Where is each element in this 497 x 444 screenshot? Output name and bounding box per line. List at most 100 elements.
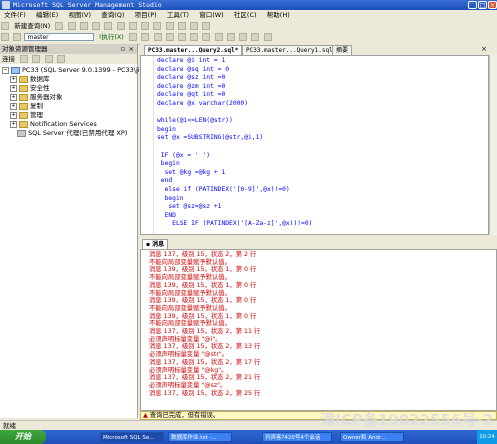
taskbar-item-ssms[interactable]: Microsoft SQL Se... [100,432,164,442]
start-button[interactable]: 开始 [0,430,46,444]
display-plan-icon[interactable] [165,33,174,41]
new-query-button[interactable]: 新建查询(N) [12,21,52,31]
cancel-query-icon[interactable] [141,33,150,41]
message-line: 消息 139，级别 15，状态 1，第 0 行 [149,297,257,305]
tree-node-replication[interactable]: + 复制 [10,102,43,111]
ssms-app-icon [2,1,10,9]
message-line: 不能向局部变量赋予默认值。 [149,274,231,282]
tree-node-label: Notification Services [30,120,97,128]
disconnect-icon[interactable] [20,55,29,63]
save-icon[interactable] [79,22,88,30]
query-editor[interactable]: declare @i int = 1 declare @sq int = 0 d… [140,55,489,235]
connect-icon[interactable] [1,33,9,41]
new-file-icon[interactable] [55,22,64,30]
menu-query[interactable]: 查询(Q) [97,10,128,21]
menu-window[interactable]: 窗口(W) [195,10,228,21]
tab-query2[interactable]: PC33.master...Query2.sql* [144,45,243,55]
new-query-icon[interactable] [1,22,9,30]
taskbar-item-notepad[interactable]: 数据库作业.txt -... [168,432,232,442]
tree-server-node[interactable]: − PC33 (SQL Server 9.0.1399 - PC33\jiep) [2,66,150,75]
expand-icon[interactable]: + [10,84,17,92]
object-explorer-icon[interactable] [177,22,186,30]
connect-dropdown[interactable]: 连接 [0,54,17,64]
query-status-text: 查询已完成，但有错误。 [149,412,220,419]
expand-icon[interactable]: + [10,93,17,101]
tree-node-security[interactable]: + 安全性 [10,84,50,93]
open-file-icon[interactable] [67,22,76,30]
results-tabs: ▪ 消息 [140,238,497,249]
message-line: 消息 139，级别 15，状态 1，第 0 行 [149,266,257,274]
indent-icon[interactable] [251,33,260,41]
taskbar-item-owner[interactable]: Owner和 Andr... [340,432,404,442]
menu-edit[interactable]: 编辑(E) [32,10,62,21]
outdent-icon[interactable] [263,33,272,41]
expand-icon[interactable]: + [10,102,17,110]
menu-view[interactable]: 视图(V) [64,10,95,21]
pin-icon[interactable]: ▫ [121,44,125,54]
warning-icon: ▲ [143,412,148,419]
menu-bar: 文件(F) 编辑(E) 视图(V) 查询(Q) 项目(P) 工具(T) 窗口(W… [0,10,497,21]
close-tab-icon[interactable]: × [481,45,487,53]
parse-icon[interactable] [153,33,162,41]
query-designer-icon[interactable] [178,33,187,41]
menu-tools[interactable]: 工具(T) [163,10,193,21]
undo-icon[interactable] [141,22,150,30]
database-select[interactable]: master [24,33,95,41]
cut-icon[interactable] [104,22,113,30]
copy-icon[interactable] [116,22,125,30]
comment-icon[interactable] [226,33,235,41]
paste-icon[interactable] [128,22,137,30]
taskbar-item-chat[interactable]: 列宾客?420号4个会话 [262,432,332,442]
code-line: end [157,177,173,185]
expand-icon[interactable]: + [10,75,17,83]
tree-node-label: 复制 [30,102,43,110]
code-line: begin [157,125,176,133]
code-line: while(@i<=LEN(@str)) [157,117,233,125]
tree-node-notification-services[interactable]: + Notification Services [10,120,97,129]
tree-node-databases[interactable]: + 数据库 [10,75,50,84]
tab-messages[interactable]: ▪ 消息 [142,239,169,249]
save-all-icon[interactable] [92,22,101,30]
menu-help[interactable]: 帮助(H) [263,10,294,21]
tree-node-label: 安全性 [30,84,50,92]
editor-vertical-scrollbar[interactable] [489,55,497,235]
close-panel-icon[interactable]: × [129,44,134,54]
code-line: declare @sq int = 0 [157,65,230,73]
maximize-button[interactable]: □ [478,1,487,9]
registered-servers-icon[interactable] [165,22,174,30]
properties-icon[interactable] [189,22,198,30]
execute-button[interactable]: !执行(X) [97,32,126,42]
expand-icon[interactable]: + [10,120,17,128]
folder-icon [19,102,28,110]
menu-project[interactable]: 项目(P) [131,10,161,21]
start-label: 开始 [15,432,31,441]
message-line: 消息 137，级别 15，状态 2，第 25 行 [149,389,261,397]
menu-file[interactable]: 文件(F) [0,10,30,21]
tree-node-server-objects[interactable]: + 服务器对象 [10,93,63,102]
debug-icon[interactable] [129,33,138,41]
minimize-button[interactable]: _ [468,1,477,9]
uncomment-icon[interactable] [239,33,248,41]
folder-icon [19,93,28,101]
template-explorer-icon[interactable] [202,22,211,30]
expand-icon[interactable]: + [10,111,17,119]
filter-icon[interactable] [44,55,53,63]
results-to-file-icon[interactable] [214,33,223,41]
close-button[interactable]: × [488,1,497,9]
tree-node-sql-agent[interactable]: SQL Server 代理(已禁用代理 XP) [17,129,127,138]
agent-icon [17,129,26,137]
object-explorer-panel: 对象资源管理器 ▫ × 连接 − PC33 (SQL Server 9.0.139… [0,44,150,418]
message-line: 不能向局部变量赋予默认值。 [149,304,231,312]
results-to-grid-icon[interactable] [202,33,211,41]
tab-query1[interactable]: PC33.master...Query1.sql* [242,45,341,55]
results-to-text-icon[interactable] [190,33,199,41]
stop-icon[interactable] [32,55,41,63]
tab-summary[interactable]: 摘要 [332,45,353,55]
redo-icon[interactable] [153,22,162,30]
folder-icon [19,111,28,119]
refresh-icon[interactable] [56,55,65,63]
menu-community[interactable]: 社区(C) [230,10,261,21]
collapse-icon[interactable]: − [2,66,9,74]
tree-node-management[interactable]: + 管理 [10,111,43,120]
change-connection-icon[interactable] [13,33,22,41]
